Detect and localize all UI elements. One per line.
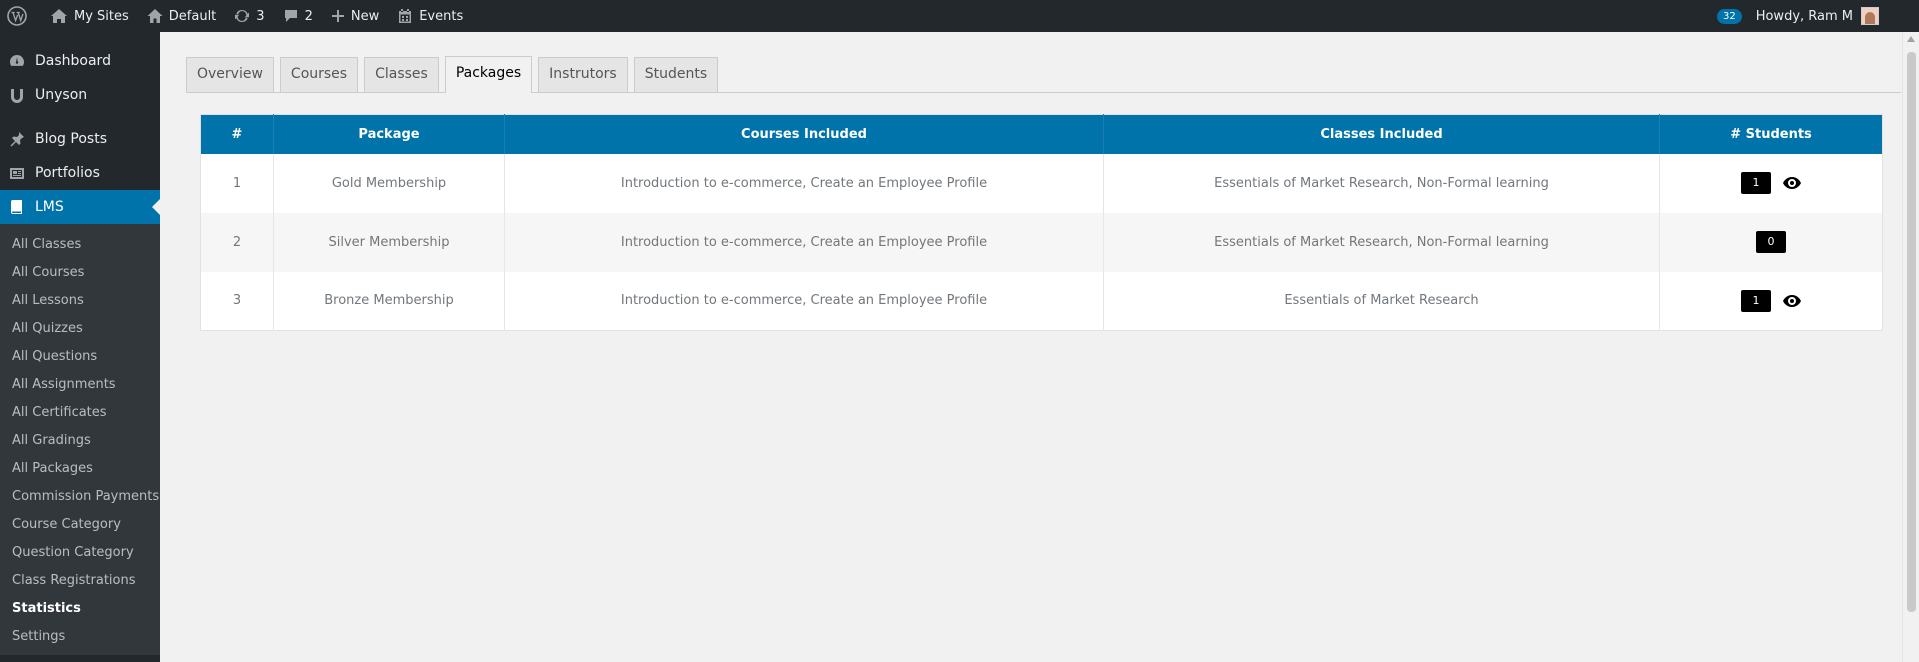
student-count-badge: 1 bbox=[1741, 172, 1771, 194]
tab-packages[interactable]: Packages bbox=[444, 56, 533, 93]
menu-dashboard-label: Dashboard bbox=[35, 53, 111, 69]
tab-instructors[interactable]: Instrutors bbox=[538, 57, 628, 92]
menu-portfolios-label: Portfolios bbox=[35, 165, 100, 181]
courses-included: Introduction to e-commerce, Create an Em… bbox=[504, 271, 1104, 331]
admin-bar: My Sites Default 3 2 New Events 32 Howdy… bbox=[0, 0, 1919, 32]
menu-unyson-label: Unyson bbox=[35, 87, 88, 103]
submenu-all-packages[interactable]: All Packages bbox=[0, 455, 160, 483]
dashboard-icon bbox=[10, 55, 24, 66]
my-sites-label: My Sites bbox=[74, 8, 129, 24]
menu-unyson[interactable]: Unyson bbox=[0, 78, 160, 112]
submenu-all-assignments[interactable]: All Assignments bbox=[0, 371, 160, 399]
menu-blog-posts-label: Blog Posts bbox=[35, 131, 107, 147]
students-cell: 0 bbox=[1659, 212, 1883, 272]
statistics-tabs: Overview Courses Classes Packages Instru… bbox=[186, 56, 1901, 93]
submenu-all-certificates[interactable]: All Certificates bbox=[0, 399, 160, 427]
submenu-all-classes[interactable]: All Classes bbox=[0, 231, 160, 259]
portfolio-icon bbox=[10, 168, 24, 179]
tab-students[interactable]: Students bbox=[633, 57, 719, 92]
packages-table: # Package Courses Included Classes Inclu… bbox=[200, 114, 1883, 331]
submenu-commission-payments[interactable]: Commission Payments bbox=[0, 483, 160, 511]
student-count-badge: 0 bbox=[1756, 231, 1786, 253]
header-package: Package bbox=[273, 114, 505, 154]
classes-included: Essentials of Market Research, Non-Forma… bbox=[1103, 153, 1660, 213]
unyson-icon bbox=[11, 89, 23, 103]
package-name: Gold Membership bbox=[273, 153, 505, 213]
updates-count: 3 bbox=[256, 8, 265, 24]
package-name: Silver Membership bbox=[273, 212, 505, 272]
my-sites-icon bbox=[51, 9, 67, 23]
howdy-user[interactable]: Howdy, Ram M bbox=[1756, 9, 1853, 24]
wordpress-logo-icon[interactable] bbox=[0, 0, 41, 32]
classes-included: Essentials of Market Research bbox=[1103, 271, 1660, 331]
events-label: Events bbox=[419, 8, 464, 24]
new-label: New bbox=[350, 8, 380, 24]
courses-included: Introduction to e-commerce, Create an Em… bbox=[504, 153, 1104, 213]
table-row: 3 Bronze Membership Introduction to e-co… bbox=[201, 271, 1883, 331]
table-row: 1 Gold Membership Introduction to e-comm… bbox=[201, 153, 1883, 213]
submenu-all-courses[interactable]: All Courses bbox=[0, 259, 160, 287]
students-cell: 1 bbox=[1659, 271, 1883, 331]
submenu-all-gradings[interactable]: All Gradings bbox=[0, 427, 160, 455]
courses-included: Introduction to e-commerce, Create an Em… bbox=[504, 212, 1104, 272]
packages-table-wrapper: # Package Courses Included Classes Inclu… bbox=[200, 114, 1883, 331]
eye-icon[interactable] bbox=[1783, 177, 1801, 189]
menu-portfolios[interactable]: Portfolios bbox=[0, 156, 160, 190]
tab-courses[interactable]: Courses bbox=[279, 57, 359, 92]
my-sites-menu[interactable]: My Sites bbox=[41, 0, 138, 32]
menu-dashboard[interactable]: Dashboard bbox=[0, 44, 160, 78]
book-icon bbox=[10, 200, 22, 214]
new-content-menu[interactable]: New bbox=[322, 0, 388, 32]
submenu-all-quizzes[interactable]: All Quizzes bbox=[0, 315, 160, 343]
home-icon bbox=[147, 9, 163, 23]
package-name: Bronze Membership bbox=[273, 271, 505, 331]
page-scrollbar[interactable] bbox=[1902, 32, 1919, 662]
submenu-statistics[interactable]: Statistics bbox=[0, 595, 160, 623]
menu-blog-posts[interactable]: Blog Posts bbox=[0, 122, 160, 156]
students-cell: 1 bbox=[1659, 153, 1883, 213]
row-number: 2 bbox=[200, 212, 274, 272]
comment-icon bbox=[284, 10, 297, 22]
tab-overview[interactable]: Overview bbox=[186, 57, 274, 92]
header-number: # bbox=[200, 114, 274, 154]
menu-lms-label: LMS bbox=[35, 199, 64, 215]
site-name-menu[interactable]: Default bbox=[138, 0, 226, 32]
updates-menu[interactable]: 3 bbox=[225, 0, 273, 32]
plus-icon bbox=[331, 10, 344, 22]
submenu-all-lessons[interactable]: All Lessons bbox=[0, 287, 160, 315]
menu-lms[interactable]: LMS bbox=[0, 190, 160, 224]
scrollbar-thumb[interactable] bbox=[1907, 52, 1916, 612]
events-menu[interactable]: Events bbox=[388, 0, 472, 32]
row-number: 3 bbox=[232, 293, 242, 309]
submenu-course-category[interactable]: Course Category bbox=[0, 511, 160, 539]
table-header-row: # Package Courses Included Classes Inclu… bbox=[200, 114, 1883, 154]
tab-classes[interactable]: Classes bbox=[364, 57, 439, 92]
avatar[interactable] bbox=[1861, 7, 1879, 25]
table-row: 2 Silver Membership Introduction to e-co… bbox=[200, 212, 1883, 272]
submenu-all-questions[interactable]: All Questions bbox=[0, 343, 160, 371]
updates-icon bbox=[235, 9, 250, 23]
eye-icon[interactable] bbox=[1783, 294, 1801, 307]
header-classes-included: Classes Included bbox=[1103, 114, 1660, 154]
submenu-settings[interactable]: Settings bbox=[0, 623, 160, 651]
notification-badge[interactable]: 32 bbox=[1716, 8, 1742, 24]
calendar-icon bbox=[399, 9, 412, 23]
site-name-label: Default bbox=[168, 8, 217, 24]
admin-sidebar: Dashboard Unyson Blog Posts Portfolios L… bbox=[0, 32, 160, 662]
comments-count: 2 bbox=[304, 8, 313, 24]
student-count-badge: 1 bbox=[1741, 289, 1771, 312]
submenu-class-registrations[interactable]: Class Registrations bbox=[0, 567, 160, 595]
header-courses-included: Courses Included bbox=[504, 114, 1104, 154]
scroll-up-arrow-icon[interactable] bbox=[1907, 36, 1915, 42]
lms-submenu: All Classes All Courses All Lessons All … bbox=[0, 224, 160, 655]
header-students: # Students bbox=[1659, 114, 1883, 154]
comments-menu[interactable]: 2 bbox=[274, 0, 322, 32]
classes-included: Essentials of Market Research, Non-Forma… bbox=[1103, 212, 1660, 272]
row-number: 1 bbox=[232, 175, 242, 191]
pin-icon bbox=[10, 132, 24, 147]
submenu-question-category[interactable]: Question Category bbox=[0, 539, 160, 567]
